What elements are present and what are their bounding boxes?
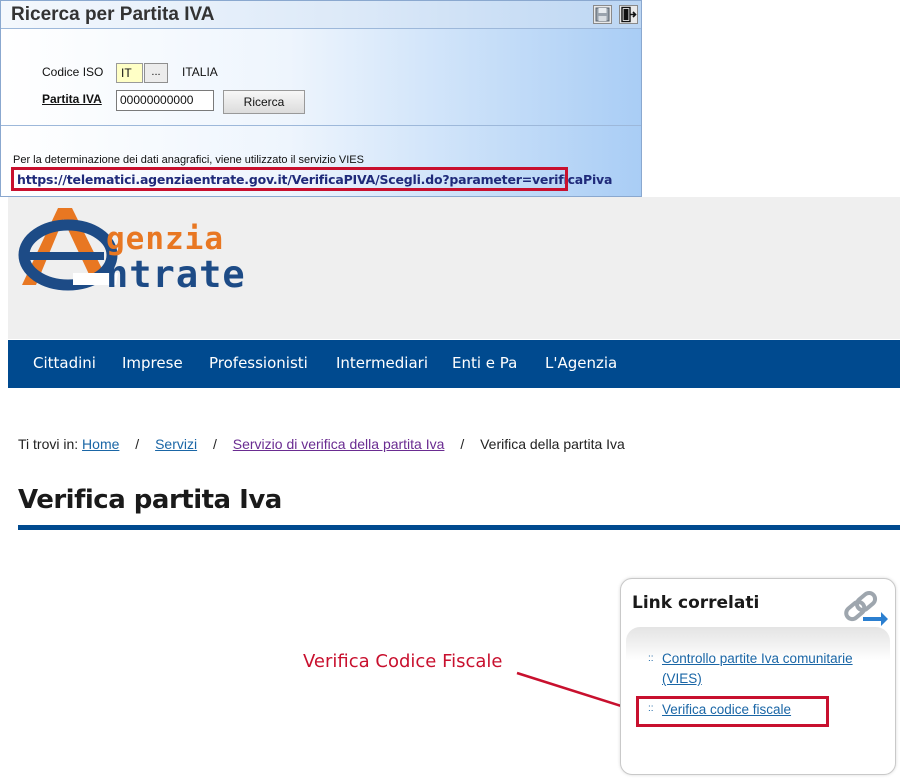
exit-door-icon[interactable] bbox=[619, 5, 638, 24]
dialog-title: Ricerca per Partita IVA bbox=[11, 4, 215, 25]
iso-code-field[interactable]: IT bbox=[116, 63, 143, 83]
title-underline bbox=[18, 525, 900, 530]
site-header: genzia ntrate bbox=[8, 197, 900, 339]
nav-item-enti-e-pa[interactable]: Enti e Pa bbox=[452, 354, 517, 372]
breadcrumb-separator: / bbox=[135, 436, 140, 452]
related-links-title: Link correlati bbox=[632, 593, 760, 613]
iso-code-label: Codice ISO bbox=[42, 65, 104, 79]
main-navigation: Cittadini Imprese Professionisti Interme… bbox=[8, 340, 900, 388]
related-link-vies[interactable]: Controllo partite Iva comunitarie (VIES) bbox=[662, 649, 877, 689]
related-links-panel: Link correlati :: Controllo partite Iva … bbox=[620, 578, 896, 775]
partita-iva-label: Partita IVA bbox=[42, 92, 102, 106]
floppy-disk-icon[interactable] bbox=[593, 5, 612, 24]
agenzia-entrate-logo[interactable]: genzia ntrate bbox=[18, 203, 288, 296]
nav-item-intermediari[interactable]: Intermediari bbox=[336, 354, 428, 372]
partita-iva-input[interactable]: 00000000000 bbox=[116, 90, 214, 111]
dialog-divider bbox=[1, 125, 641, 126]
breadcrumb-separator: / bbox=[460, 436, 465, 452]
nav-item-imprese[interactable]: Imprese bbox=[122, 354, 183, 372]
vies-service-note: Per la determinazione dei dati anagrafic… bbox=[13, 154, 364, 166]
breadcrumb-current: Verifica della partita Iva bbox=[480, 436, 625, 452]
breadcrumb: Ti trovi in: Home / Servizi / Servizio d… bbox=[18, 436, 625, 452]
logo-text-entrate: ntrate bbox=[106, 253, 246, 296]
breadcrumb-home[interactable]: Home bbox=[82, 436, 119, 452]
list-bullet-icon: :: bbox=[648, 653, 654, 664]
logo-emblem-icon bbox=[18, 208, 118, 291]
breadcrumb-servizio-verifica[interactable]: Servizio di verifica della partita Iva bbox=[233, 436, 445, 452]
iso-country-name: ITALIA bbox=[182, 65, 218, 79]
dialog-titlebar: Ricerca per Partita IVA bbox=[1, 1, 641, 29]
nav-item-professionisti[interactable]: Professionisti bbox=[209, 354, 308, 372]
iso-browse-button[interactable]: ... bbox=[144, 63, 168, 83]
annotation-label: Verifica Codice Fiscale bbox=[303, 651, 503, 672]
page-title: Verifica partita Iva bbox=[18, 485, 282, 515]
breadcrumb-prefix: Ti trovi in: bbox=[18, 436, 79, 452]
breadcrumb-servizi[interactable]: Servizi bbox=[155, 436, 197, 452]
nav-item-agenzia[interactable]: L'Agenzia bbox=[545, 354, 617, 372]
breadcrumb-separator: / bbox=[212, 436, 217, 452]
search-button[interactable]: Ricerca bbox=[223, 90, 305, 114]
chain-link-icon bbox=[844, 590, 888, 626]
partita-iva-search-dialog: Ricerca per Partita IVA Codice ISO IT ..… bbox=[0, 0, 642, 197]
logo-text-agenzia: genzia bbox=[106, 221, 224, 257]
nav-item-cittadini[interactable]: Cittadini bbox=[33, 354, 96, 372]
link-highlight-box bbox=[636, 696, 829, 727]
url-highlight-box bbox=[11, 167, 568, 191]
